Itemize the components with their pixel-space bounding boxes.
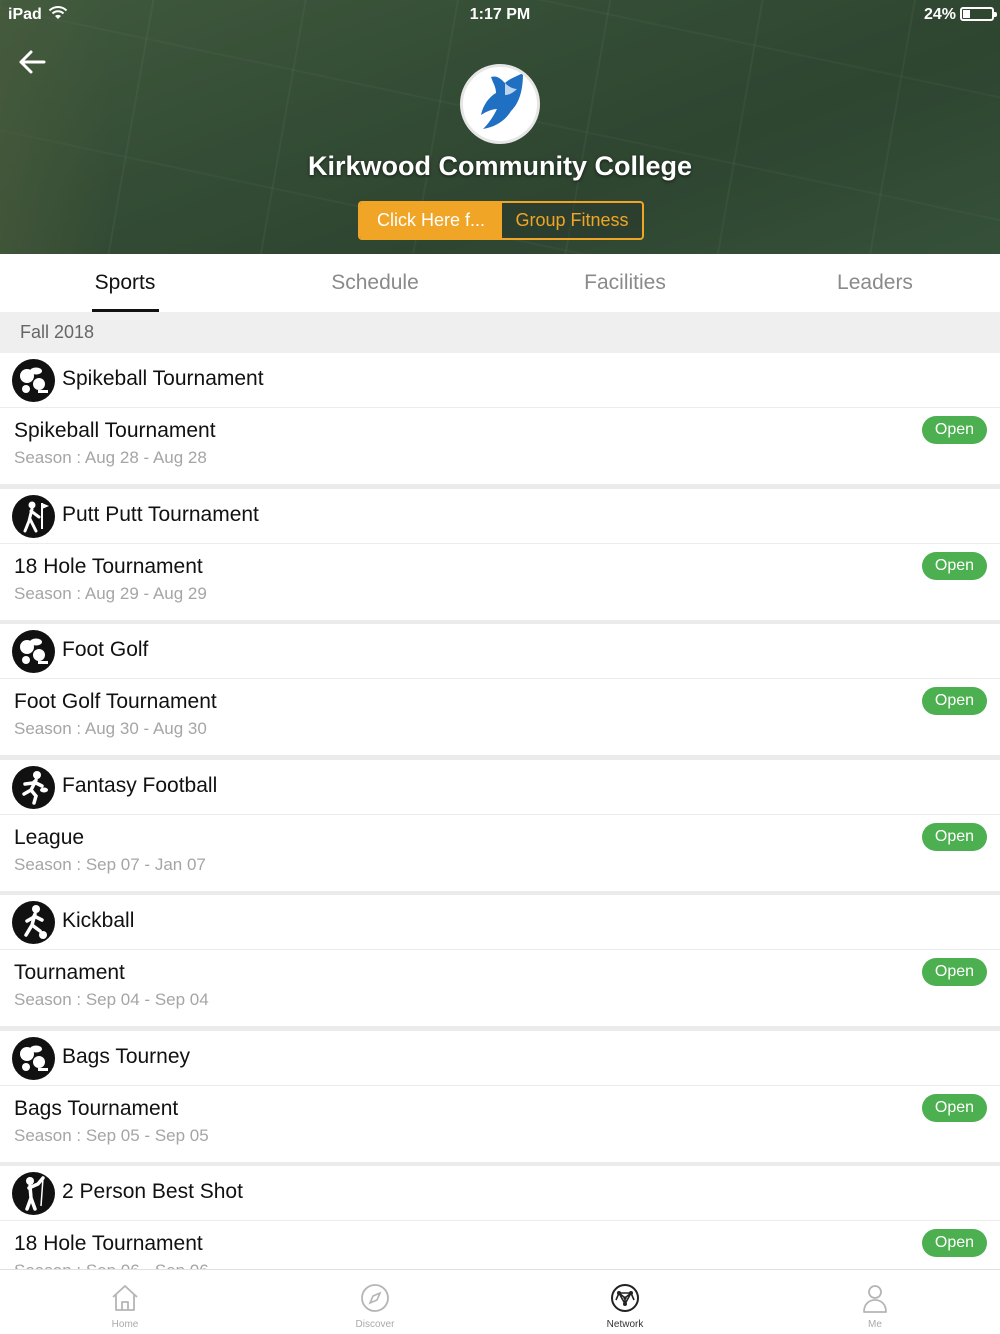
tab-bar: Sports Schedule Facilities Leaders: [0, 254, 1000, 312]
nav-discover[interactable]: Discover: [250, 1270, 500, 1334]
sport-name: 2 Person Best Shot: [62, 1180, 243, 1203]
open-status-badge[interactable]: Open: [922, 958, 987, 986]
nav-label: Network: [606, 1319, 644, 1330]
college-name: Kirkwood Community College: [307, 151, 693, 181]
tab-schedule[interactable]: Schedule: [250, 254, 500, 312]
nav-label: Me: [868, 1319, 882, 1330]
sport-header[interactable]: 2 Person Best Shot: [0, 1166, 1000, 1221]
sport-group: Spikeball Tournament Spikeball Tournamen…: [0, 353, 1000, 484]
group-fitness-button[interactable]: Group Fitness: [502, 203, 642, 238]
season-range: Season : Sep 06 - Sep 06: [14, 1261, 209, 1269]
open-status-badge[interactable]: Open: [922, 1094, 987, 1122]
sport-name: Foot Golf: [62, 638, 149, 661]
sport-header[interactable]: Spikeball Tournament: [0, 353, 1000, 408]
season-range: Season : Aug 30 - Aug 30: [14, 719, 207, 738]
sport-name: Bags Tourney: [62, 1045, 191, 1068]
nav-home[interactable]: Home: [0, 1270, 250, 1334]
season-range: Season : Sep 04 - Sep 04: [14, 990, 209, 1009]
sport-group: Bags Tourney Bags Tournament Season : Se…: [0, 1031, 1000, 1162]
sport-name: Spikeball Tournament: [62, 367, 264, 390]
open-status-badge[interactable]: Open: [922, 1229, 987, 1257]
league-name[interactable]: Tournament: [14, 961, 125, 985]
golfer-icon: [12, 1172, 55, 1215]
sport-header[interactable]: Kickball: [0, 895, 1000, 950]
league-name[interactable]: Bags Tournament: [14, 1097, 178, 1121]
nav-me[interactable]: Me: [750, 1270, 1000, 1334]
back-arrow-icon[interactable]: [14, 44, 50, 80]
league-name[interactable]: 18 Hole Tournament: [14, 555, 203, 579]
golf-icon: [12, 495, 55, 538]
open-status-badge[interactable]: Open: [922, 687, 987, 715]
sport-name: Kickball: [62, 909, 135, 932]
open-status-badge[interactable]: Open: [922, 416, 987, 444]
eagle-logo-icon: [481, 73, 523, 129]
sport-group: Kickball Tournament Season : Sep 04 - Se…: [0, 895, 1000, 1026]
nav-label: Home: [111, 1319, 139, 1330]
nav-label: Discover: [355, 1319, 395, 1330]
click-here-button[interactable]: Click Here f...: [360, 203, 502, 238]
sport-group: Putt Putt Tournament 18 Hole Tournament …: [0, 489, 1000, 620]
sport-header[interactable]: Putt Putt Tournament: [0, 489, 1000, 544]
tab-leaders[interactable]: Leaders: [750, 254, 1000, 312]
battery-percent: 24%: [923, 6, 956, 23]
college-header: iPad 1:17 PM 24% Kirkwood Community Coll…: [0, 0, 1000, 254]
tab-facilities[interactable]: Facilities: [500, 254, 750, 312]
status-time: 1:17 PM: [469, 6, 531, 23]
sport-name: Putt Putt Tournament: [62, 503, 259, 526]
person-icon: [863, 1285, 887, 1313]
college-logo: [460, 64, 540, 144]
open-status-badge[interactable]: Open: [922, 552, 987, 580]
sport-header[interactable]: Foot Golf: [0, 624, 1000, 679]
tab-label: Schedule: [331, 271, 419, 294]
sports-list[interactable]: Spikeball Tournament Spikeball Tournamen…: [0, 353, 1000, 1269]
tab-label: Facilities: [584, 271, 666, 294]
sport-header[interactable]: Bags Tourney: [0, 1031, 1000, 1086]
league-name[interactable]: Spikeball Tournament: [14, 419, 216, 443]
nav-network[interactable]: Network: [500, 1270, 750, 1334]
status-bar: iPad 1:17 PM 24%: [0, 0, 1000, 28]
sport-group: Foot Golf Foot Golf Tournament Season : …: [0, 624, 1000, 755]
tab-label: Sports: [94, 271, 156, 294]
sport-name: Fantasy Football: [62, 774, 218, 797]
season-header: Fall 2018: [0, 312, 1000, 353]
league-name[interactable]: League: [14, 826, 84, 850]
multi-sport-icon: [12, 630, 55, 673]
season-range: Season : Sep 05 - Sep 05: [14, 1126, 209, 1145]
tab-label: Leaders: [837, 271, 913, 294]
network-icon: [611, 1284, 639, 1312]
kicker-icon: [12, 901, 55, 944]
sport-group: 2 Person Best Shot 18 Hole Tournament Se…: [0, 1166, 1000, 1269]
battery-icon: [960, 7, 997, 21]
league-name[interactable]: 18 Hole Tournament: [14, 1232, 203, 1256]
bottom-navigation: Home Discover Network Me: [0, 1269, 1000, 1334]
multi-sport-icon: [12, 1037, 55, 1080]
season-range: Season : Aug 29 - Aug 29: [14, 584, 207, 603]
season-range: Season : Sep 07 - Jan 07: [14, 855, 206, 874]
season-range: Season : Aug 28 - Aug 28: [14, 448, 207, 467]
sport-group: Fantasy Football League Season : Sep 07 …: [0, 760, 1000, 891]
home-icon: [112, 1285, 138, 1311]
tab-sports[interactable]: Sports: [0, 254, 250, 312]
open-status-badge[interactable]: Open: [922, 823, 987, 851]
sport-header[interactable]: Fantasy Football: [0, 760, 1000, 815]
multi-sport-icon: [12, 359, 55, 402]
league-name[interactable]: Foot Golf Tournament: [14, 690, 217, 714]
runner-icon: [12, 766, 55, 809]
compass-icon: [361, 1284, 389, 1312]
header-action-buttons: Click Here f... Group Fitness: [358, 201, 644, 240]
